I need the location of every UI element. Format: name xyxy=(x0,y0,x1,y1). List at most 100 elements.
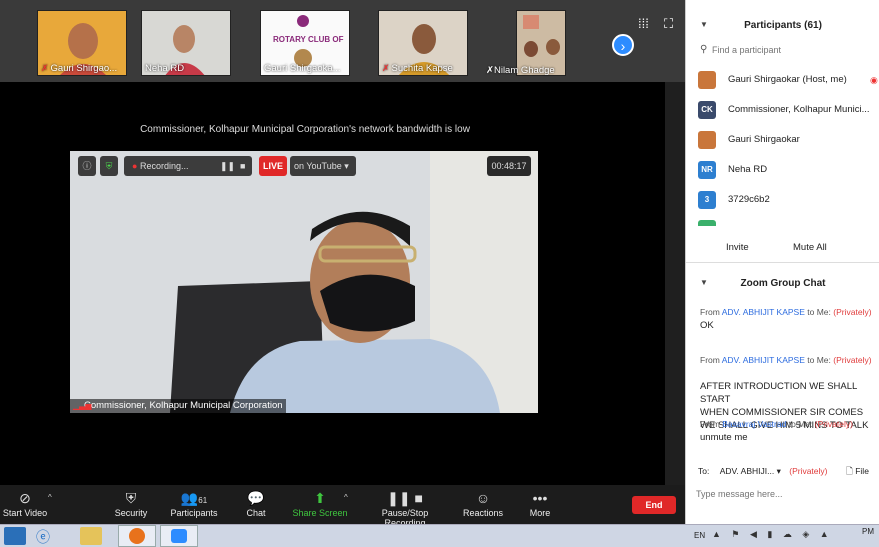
pause-stop-icon: ❚❚ ■ xyxy=(387,490,423,506)
firefox-icon[interactable] xyxy=(118,525,156,547)
chat-privacy: (Privately) xyxy=(814,419,853,429)
start-video-label: Start Video xyxy=(2,508,48,518)
avatar xyxy=(698,71,716,89)
reactions-button[interactable]: ☺ Reactions xyxy=(460,488,506,518)
shield-icon: ⛨ xyxy=(125,490,137,506)
live-platform-dropdown[interactable]: on YouTube ▾ xyxy=(290,156,356,176)
to-label: To: xyxy=(698,466,710,476)
participant-name: Gauri Shirgaokar (Host, me) xyxy=(728,74,847,85)
folder-icon[interactable] xyxy=(80,527,102,545)
chat-to: to Me: xyxy=(807,355,831,365)
chat-message-input[interactable] xyxy=(696,486,872,502)
avatar xyxy=(698,220,716,226)
file-label: File xyxy=(855,466,869,476)
invite-button[interactable]: Invite xyxy=(726,242,749,253)
windows-taskbar: ⓔ EN ▲ ⚑ ◀ ▮ ☁ ◈ ▲ PM xyxy=(0,524,879,547)
signal-bars-icon: ▁▃▅ xyxy=(73,401,92,410)
chat-from: From xyxy=(700,355,720,365)
chat-text: OK xyxy=(700,320,714,331)
participant-name: 3729c6b2 xyxy=(728,194,770,205)
shield-icon[interactable]: ⛨ xyxy=(100,156,118,176)
find-participant-input[interactable] xyxy=(712,42,862,58)
meeting-area: ✗ Gauri Shirgao... Neha RD ROTARY CLUB OF… xyxy=(0,0,685,528)
recipient-privacy: (Privately) xyxy=(789,466,828,476)
thumbnail-video[interactable]: ✗ Gauri Shirgao... xyxy=(37,10,127,76)
recipient-dropdown[interactable]: ADV. ABHIJI... ▾ xyxy=(720,466,781,476)
chat-from: From xyxy=(700,419,720,429)
chat-button[interactable]: 💬 Chat xyxy=(238,488,274,518)
mic-muted-icon: ✗ xyxy=(41,63,49,73)
participant-row[interactable]: Gauri Shirgaokar (Host, me) ◉ xyxy=(698,70,878,90)
file-button[interactable]: 🗋 File xyxy=(846,466,869,480)
start-button[interactable] xyxy=(4,527,26,545)
more-button[interactable]: ••• More xyxy=(520,488,560,518)
chat-privacy: (Privately) xyxy=(833,307,872,317)
speaker-image xyxy=(70,151,538,413)
chat-message: From Basavraj Vastrad to Me: (Privately)… xyxy=(700,418,878,444)
live-platform-label: on YouTube xyxy=(294,161,342,171)
stop-recording-icon[interactable]: ■ xyxy=(240,156,245,176)
chat-text: unmute me xyxy=(700,432,748,443)
caret-up-icon[interactable]: ^ xyxy=(344,493,348,502)
gallery-view-icon[interactable]: ⁞⁞⁞ xyxy=(638,16,649,31)
speaker-name: Commissioner, Kolhapur Municipal Corpora… xyxy=(84,400,283,411)
avatar: CK xyxy=(698,101,716,119)
next-page-button[interactable]: › xyxy=(612,34,634,56)
search-icon: ⚲ xyxy=(700,44,708,55)
pause-stop-recording-button[interactable]: ❚❚ ■ Pause/Stop Recording xyxy=(360,488,450,528)
participants-label: Participants xyxy=(170,508,218,518)
ie-icon[interactable]: ⓔ xyxy=(36,527,50,547)
participants-icon: 👥61 xyxy=(180,490,208,506)
start-video-button[interactable]: ⊘ Start Video xyxy=(2,488,48,518)
share-screen-label: Share Screen xyxy=(292,508,348,518)
thumbnail-name: Neha RD xyxy=(145,63,185,74)
share-screen-button[interactable]: ⬆ Share Screen xyxy=(292,488,348,518)
security-label: Security xyxy=(114,508,148,518)
chat-label: Chat xyxy=(246,508,266,518)
chat-to: to Me: xyxy=(807,307,831,317)
reactions-icon: ☺ xyxy=(475,490,491,506)
chat-sender[interactable]: ADV. ABHIJIT KAPSE xyxy=(722,307,805,317)
more-icon: ••• xyxy=(532,490,548,506)
chat-sender[interactable]: ADV. ABHIJIT KAPSE xyxy=(722,355,805,365)
end-meeting-button[interactable]: End xyxy=(632,496,676,514)
info-icon[interactable]: ⓘ xyxy=(78,156,96,176)
language-indicator[interactable]: EN xyxy=(694,531,705,540)
speaker-video[interactable] xyxy=(70,151,538,413)
clock: PM xyxy=(862,527,874,536)
recording-label: Recording... xyxy=(139,161,189,171)
mic-muted-icon: ✗ xyxy=(486,65,494,76)
chat-icon: 💬 xyxy=(247,490,265,506)
file-icon: 🗋 xyxy=(846,466,853,476)
chat-to: to Me: xyxy=(788,419,813,429)
caret-up-icon[interactable]: ^ xyxy=(48,493,52,502)
thumbnail-name: Gauri Shirgao... xyxy=(50,63,118,74)
meeting-timer: 00:48:17 xyxy=(487,156,531,176)
participant-row[interactable]: 3 3729c6b2 xyxy=(698,190,878,210)
thumbnail-video[interactable]: ROTARY CLUB OF Gauri Shirgaoka... xyxy=(260,10,350,76)
speaker-name-label: ▁▃▅ Commissioner, Kolhapur Municipal Cor… xyxy=(70,399,286,413)
zoom-app-icon[interactable] xyxy=(160,525,198,547)
chat-title: Zoom Group Chat xyxy=(740,278,826,289)
record-dot-icon: ● xyxy=(132,161,138,171)
fullscreen-icon[interactable]: ⛶ xyxy=(664,16,673,32)
pause-recording-icon[interactable]: ❚❚ xyxy=(220,156,235,176)
security-button[interactable]: ⛨ Security xyxy=(108,488,154,518)
side-panel: ▼ Participants (61) ⚲ Gauri Shirgaokar (… xyxy=(685,0,879,524)
participant-row[interactable]: CK Commissioner, Kolhapur Munici... xyxy=(698,100,878,120)
participant-row[interactable]: NR Neha RD xyxy=(698,160,878,180)
mute-all-button[interactable]: Mute All xyxy=(793,242,827,253)
thumbnail-video[interactable]: ✗ Suchita Kapse xyxy=(378,10,468,76)
chat-recipient-row: To: ADV. ABHIJI... ▾ (Privately) xyxy=(698,466,828,477)
participants-button[interactable]: 👥61 Participants xyxy=(166,488,222,518)
chat-sender[interactable]: Basavraj Vastrad xyxy=(722,419,786,429)
zoom-window: ✗ Gauri Shirgao... Neha RD ROTARY CLUB OF… xyxy=(0,0,879,547)
participant-name: Neha RD xyxy=(728,164,768,175)
participant-row[interactable]: Gauri Shirgaokar xyxy=(698,130,878,150)
recording-icon: ◉ xyxy=(870,75,878,85)
thumbnail-name: Nilam Ghadge xyxy=(493,65,555,76)
avatar xyxy=(698,131,716,149)
share-screen-icon: ⬆ xyxy=(314,490,326,506)
thumbnail-video[interactable]: Neha RD xyxy=(141,10,231,76)
system-tray-icons[interactable]: ▲ ⚑ ◀ ▮ ☁ ◈ ▲ xyxy=(712,529,833,540)
